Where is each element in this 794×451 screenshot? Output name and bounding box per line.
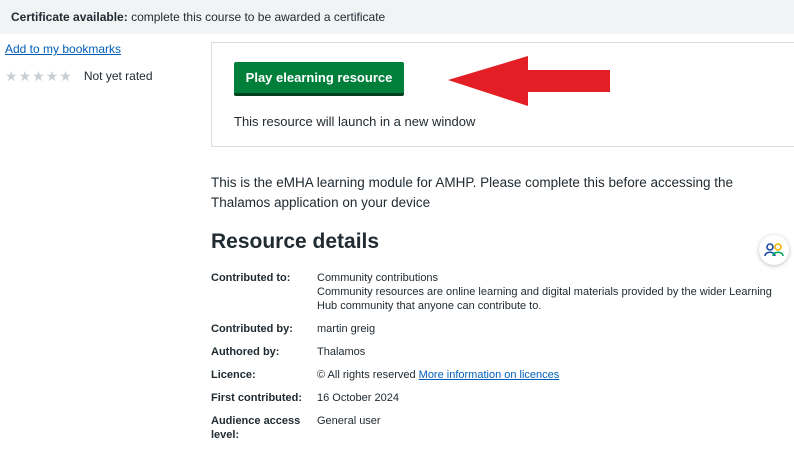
detail-row-contributed-to: Contributed to: Community contributions … <box>211 271 791 313</box>
detail-row-contributed-by: Contributed by: martin greig <box>211 322 791 336</box>
rating-text: Not yet rated <box>83 69 153 83</box>
star-icon[interactable]: ★ <box>32 68 45 84</box>
resource-details: Contributed to: Community contributions … <box>211 271 791 451</box>
contributed-by-value: martin greig <box>317 323 376 335</box>
resource-details-title: Resource details <box>211 230 380 253</box>
certificate-text: complete this course to be awarded a cer… <box>131 10 386 24</box>
detail-label: Audience access level: <box>211 415 301 441</box>
star-icon[interactable]: ★ <box>5 68 18 84</box>
rating-stars[interactable]: ★ ★ ★ ★ ★ <box>5 68 72 84</box>
red-arrow-annotation <box>448 56 610 106</box>
launch-note: This resource will launch in a new windo… <box>234 114 476 129</box>
contributed-to-note: Community resources are online learning … <box>317 286 772 312</box>
detail-row-audience: Audience access level: General user <box>211 414 791 442</box>
rating: ★ ★ ★ ★ ★ Not yet rated <box>5 68 153 84</box>
resource-description: This is the eMHA learning module for AMH… <box>211 175 734 210</box>
detail-label: Contributed to: <box>211 272 291 284</box>
star-icon[interactable]: ★ <box>46 68 59 84</box>
star-icon[interactable]: ★ <box>59 68 72 84</box>
contributed-to-value: Community contributions <box>317 272 439 284</box>
add-bookmark-link[interactable]: Add to my bookmarks <box>5 42 121 56</box>
accessibility-icon[interactable] <box>759 235 789 265</box>
detail-row-first-contributed: First contributed: 16 October 2024 <box>211 391 791 405</box>
certificate-banner: Certificate available: complete this cou… <box>0 0 794 34</box>
certificate-label: Certificate available: <box>11 10 128 24</box>
licence-info-link[interactable]: More information on licences <box>419 369 560 381</box>
audience-value: General user <box>317 415 381 427</box>
detail-label: Contributed by: <box>211 323 293 335</box>
star-icon[interactable]: ★ <box>19 68 32 84</box>
first-contributed-value: 16 October 2024 <box>317 392 399 404</box>
detail-row-licence: Licence: © All rights reserved More info… <box>211 368 791 382</box>
licence-value: © All rights reserved More information o… <box>317 368 791 382</box>
detail-row-authored-by: Authored by: Thalamos <box>211 345 791 359</box>
detail-value: Community contributions Community resour… <box>317 271 791 313</box>
detail-label: Authored by: <box>211 346 280 358</box>
play-elearning-button[interactable]: Play elearning resource <box>234 62 404 96</box>
detail-label: First contributed: <box>211 392 303 404</box>
authored-by-value: Thalamos <box>317 346 366 358</box>
detail-label: Licence: <box>211 369 256 381</box>
licence-text: © All rights reserved <box>317 369 416 381</box>
